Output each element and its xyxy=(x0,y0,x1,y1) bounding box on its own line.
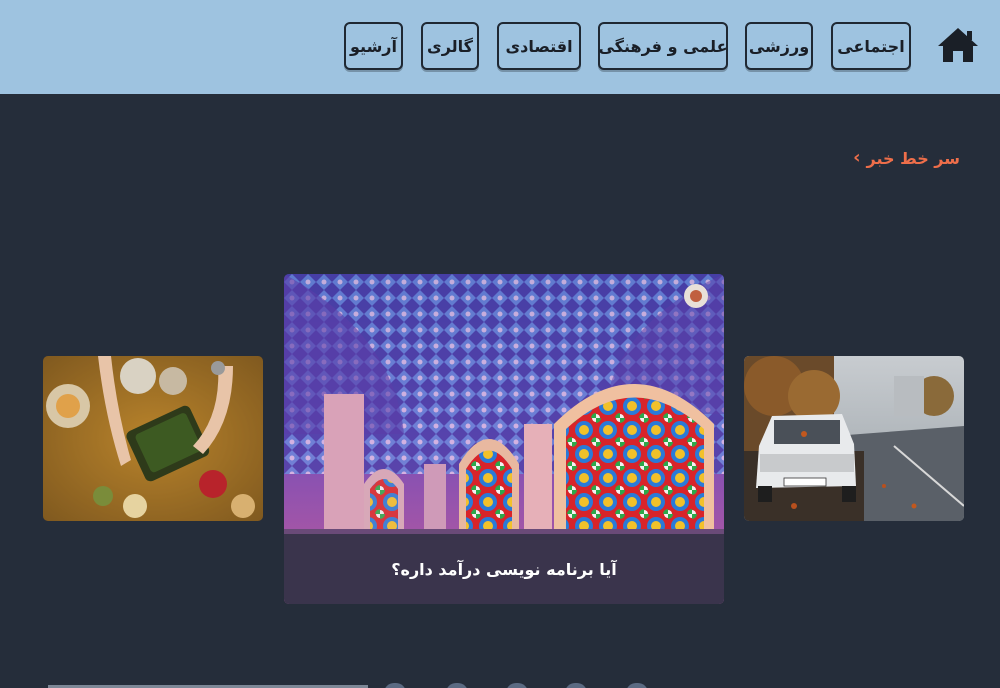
slide-caption[interactable]: آیا برنامه نویسی درآمد داره؟ xyxy=(284,534,724,604)
carousel-dot[interactable] xyxy=(565,683,587,688)
section-title: سر خط خبر xyxy=(866,148,960,168)
carousel-dot[interactable] xyxy=(446,683,468,688)
carousel-dot[interactable] xyxy=(626,683,648,688)
home-icon[interactable] xyxy=(936,26,980,64)
carousel-slide-previous[interactable] xyxy=(43,356,263,521)
food-table-photo xyxy=(43,356,263,521)
carousel-slide-active[interactable]: آیا برنامه نویسی درآمد داره؟ xyxy=(284,274,724,604)
nav-item-archive[interactable]: آرشیو xyxy=(344,22,403,70)
headlines-section-link[interactable]: سر خط خبر › xyxy=(846,144,960,172)
carousel-dot[interactable] xyxy=(384,683,406,688)
nav-item-social[interactable]: اجتماعی xyxy=(831,22,911,70)
nav-item-science-culture[interactable]: علمی و فرهنگی xyxy=(598,22,728,70)
carousel-dot[interactable] xyxy=(506,683,528,688)
chevron-right-icon: › xyxy=(853,147,861,168)
nav-item-economy[interactable]: اقتصادی xyxy=(497,22,581,70)
top-navigation-bar: اجتماعی ورزشی علمی و فرهنگی اقتصادی گالر… xyxy=(0,0,1000,94)
nav-item-sports[interactable]: ورزشی xyxy=(745,22,813,70)
carousel-slide-next[interactable] xyxy=(744,356,964,521)
nav-item-gallery[interactable]: گالری xyxy=(421,22,479,70)
white-car-street-photo xyxy=(744,356,964,521)
